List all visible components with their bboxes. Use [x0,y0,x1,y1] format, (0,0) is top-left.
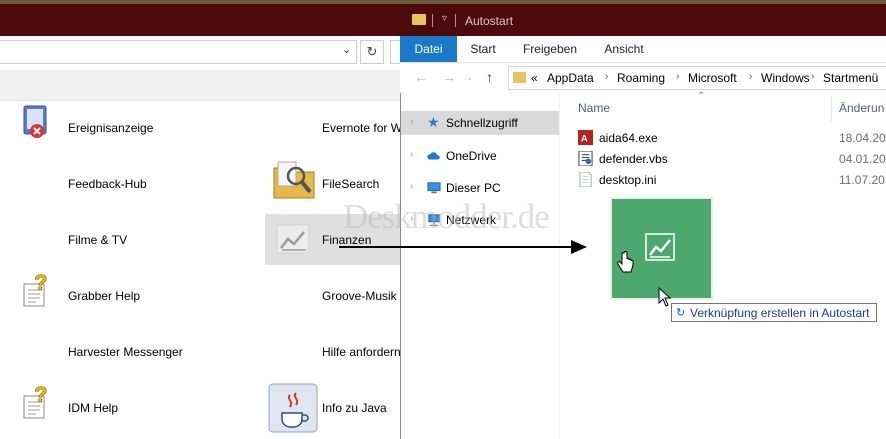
help-file-icon: ? [23,274,48,307]
hand-cursor-icon [617,251,634,273]
tab-datei[interactable]: Datei [400,36,457,62]
navigation-pane: › ★ Schnellzugriff › OneDrive › Dieser P… [401,93,560,439]
ini-file-icon [579,172,592,187]
svg-text:?: ? [34,274,47,295]
file-list: Name ⌃ Änderun A aida64.exe 18.04.201 de… [560,91,886,439]
breadcrumb-microsoft[interactable]: Microsoft [688,71,737,85]
breadcrumb-windows[interactable]: Windows [761,71,810,85]
folder-icon [412,14,426,25]
back-arrow-icon[interactable]: ← [414,69,428,85]
breadcrumb-appdata[interactable]: AppData [547,71,594,85]
column-header-modified[interactable]: Änderun [839,101,884,115]
folder-icon [513,72,526,83]
breadcrumb-roaming[interactable]: Roaming [617,71,665,85]
file-row[interactable]: defender.vbs 04.01.201 [578,149,886,169]
background-address-bar[interactable]: ⌄ ↻ [0,36,403,71]
app-label-filesearch[interactable]: FileSearch [322,177,379,191]
background-address-field[interactable] [0,40,357,64]
svg-text:A: A [581,133,588,143]
expand-chevron-icon[interactable]: › [410,149,413,160]
star-icon: ★ [427,114,440,130]
cloud-icon [427,152,440,160]
tab-start[interactable]: Start [460,36,506,62]
drag-direction-arrow [339,240,587,254]
app-label-feedback-hub[interactable]: Feedback-Hub [68,177,147,191]
sort-ascending-icon: ⌃ [697,91,706,102]
breadcrumb[interactable]: « AppData › Roaming › Microsoft › Window… [508,66,886,90]
event-viewer-icon [23,105,47,138]
app-label-harvester-messenger[interactable]: Harvester Messenger [68,345,183,359]
finance-chart-icon [276,224,310,254]
background-toolbar-strip [0,70,402,101]
up-arrow-icon[interactable]: ↑ [486,69,493,85]
column-header-name[interactable]: Name [578,101,610,115]
java-icon [268,383,318,433]
quick-access-dropdown-icon[interactable]: ▿ [442,13,447,24]
app-label-info-zu-java[interactable]: Info zu Java [322,401,387,415]
tab-ansicht[interactable]: Ansicht [596,36,652,62]
script-icon [578,151,593,166]
breadcrumb-startmenue[interactable]: Startmenü [823,71,878,85]
recent-locations-chevron-icon[interactable]: ⌄ [466,72,474,83]
breadcrumb-overflow[interactable]: « [531,71,538,85]
nav-item-onedrive[interactable]: › OneDrive [401,144,559,168]
refresh-icon[interactable]: ↻ [360,40,384,64]
app-label-groove-musik[interactable]: Groove-Musik [322,289,397,303]
tab-freigeben[interactable]: Freigeben [512,36,588,62]
window-title: Autostart [465,14,514,28]
finance-chart-icon [645,233,675,261]
explorer-titlebar[interactable]: ▿ Autostart [400,6,886,36]
breadcrumb-separator-icon[interactable]: › [605,71,608,82]
help-file-icon: ? [23,386,48,419]
drag-tooltip: ↻ Verknüpfung erstellen in Autostart [671,303,877,322]
file-row[interactable]: A aida64.exe 18.04.201 [578,128,886,148]
exe-icon: A [578,130,593,145]
app-label-idm-help[interactable]: IDM Help [68,401,118,415]
svg-text:?: ? [34,386,47,407]
breadcrumb-separator-icon[interactable]: › [676,71,679,82]
app-label-grabber-help[interactable]: Grabber Help [68,289,140,303]
expand-chevron-icon[interactable]: › [410,181,413,192]
shortcut-link-icon: ↻ [676,307,686,319]
computer-icon [427,182,441,194]
breadcrumb-separator-icon[interactable]: › [749,71,752,82]
app-label-filme-tv[interactable]: Filme & TV [68,233,127,247]
ribbon-tabs: Datei Start Freigeben Ansicht [400,36,886,63]
forward-arrow-icon[interactable]: → [442,69,456,85]
watermark: Deskmodder.de [343,197,550,236]
dragged-app-tile[interactable] [610,197,713,300]
nav-item-schnellzugriff[interactable]: › ★ Schnellzugriff [401,111,559,135]
navigation-bar: ← → ⌄ ↑ « AppData › Roaming › Microsoft … [400,63,886,93]
file-row[interactable]: desktop.ini 11.07.201 [578,170,886,190]
expand-chevron-icon[interactable]: › [410,116,413,127]
mouse-pointer-icon [658,287,672,307]
app-label-ereignisanzeige[interactable]: Ereignisanzeige [68,121,153,135]
breadcrumb-separator-icon[interactable]: › [811,71,814,82]
filesearch-icon [273,161,315,199]
app-label-evernote[interactable]: Evernote for W [322,121,402,135]
chevron-down-icon[interactable]: ⌄ [342,43,351,56]
app-label-hilfe-anfordern[interactable]: Hilfe anfordern [322,345,401,359]
